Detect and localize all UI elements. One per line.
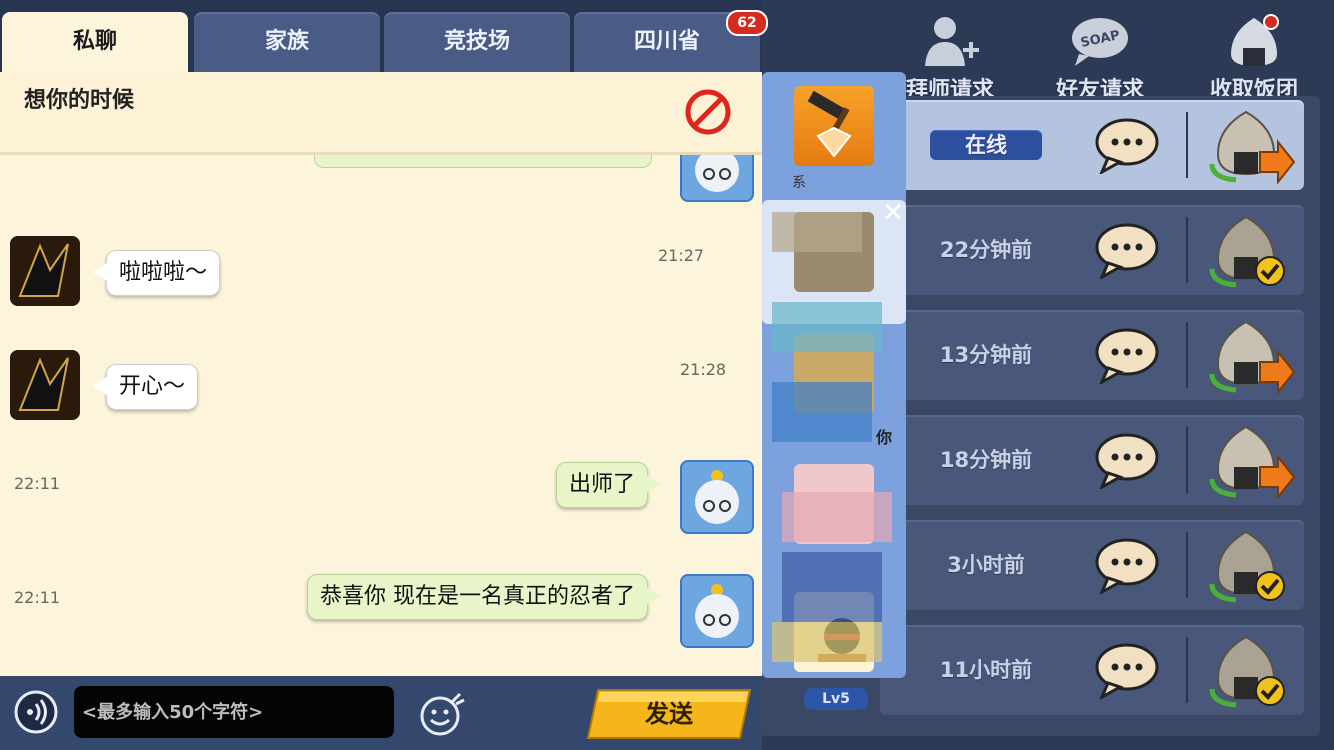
chat-bubble-icon[interactable] (1094, 116, 1160, 174)
message-timestamp: 21:27 (658, 246, 705, 265)
message-bubble-outgoing: 恭喜你 现在是一名真正的忍者了 (307, 574, 661, 620)
onigiri-icon (1231, 14, 1279, 66)
message-timestamp: 22:11 (14, 588, 61, 607)
message-bubble-incoming: 啦啦啦～ (92, 250, 221, 296)
tab-private-chat[interactable]: 私聊 (2, 12, 188, 72)
friend-avatar[interactable] (10, 236, 80, 306)
friend-avatar[interactable] (10, 350, 80, 420)
message-timestamp: 21:28 (680, 360, 727, 379)
level-badge: Lv5 (804, 688, 868, 710)
row-divider (1186, 322, 1188, 388)
channel-tabs: 私聊 家族 竞技场 四川省 (0, 0, 762, 72)
chat-bubble-icon[interactable] (1094, 221, 1160, 279)
ninja-girl-avatar-icon (695, 584, 739, 638)
my-avatar[interactable] (680, 574, 754, 648)
tab-clan[interactable]: 家族 (194, 12, 380, 72)
soap-icon: SOAP (1072, 18, 1128, 66)
friend-row[interactable]: 在线 (880, 100, 1304, 190)
friend-row[interactable]: 11小时前 (880, 625, 1304, 715)
side-partial-label: 系 (792, 175, 806, 191)
friend-signature-bar: 想你的时候 (0, 72, 762, 155)
status-badge: 在线 (930, 130, 1042, 160)
side-menu-overlay: 系 你 (762, 72, 906, 678)
tab-arena[interactable]: 竞技场 (384, 12, 570, 72)
chat-message-area[interactable]: 想你的时候 21:27 啦啦啦～ 21:28 开心～ 22:11 出师了 22:… (0, 72, 762, 676)
onigiri-sent-icon (1209, 215, 1285, 288)
message-bubble-incoming: 开心～ (92, 364, 199, 410)
chat-bubble-icon[interactable] (1094, 641, 1160, 699)
onigiri-sent-icon (1209, 530, 1285, 603)
message-timestamp: 22:11 (14, 474, 61, 493)
friend-signature-text: 想你的时候 (24, 88, 135, 113)
status-badge: 3小时前 (947, 553, 1025, 577)
row-divider (1186, 217, 1188, 283)
emoji-icon[interactable] (416, 688, 468, 738)
my-avatar[interactable] (680, 460, 754, 534)
chat-bubble-icon[interactable] (1094, 536, 1160, 594)
send-onigiri-icon[interactable] (1206, 423, 1296, 499)
scribble-overlay (772, 212, 892, 662)
close-icon[interactable]: ✕ (880, 200, 906, 226)
chat-bubble-icon[interactable] (1094, 431, 1160, 489)
row-divider (1186, 532, 1188, 598)
friend-row[interactable]: 3小时前 (880, 520, 1304, 610)
status-badge: 18分钟前 (939, 448, 1033, 472)
side-partial-label: 你 (876, 428, 893, 447)
chat-bubble-icon[interactable] (1094, 326, 1160, 384)
dark-ninja-avatar-icon (10, 350, 80, 420)
send-button-label: 发送 (645, 700, 693, 728)
ban-icon[interactable] (684, 88, 732, 136)
status-badge: 11小时前 (939, 658, 1033, 682)
send-button[interactable]: 发送 (586, 688, 752, 740)
status-badge: 22分钟前 (939, 238, 1033, 262)
dark-ninja-avatar-icon (10, 236, 80, 306)
row-divider (1186, 427, 1188, 493)
status-badge: 13分钟前 (939, 343, 1033, 367)
add-person-icon (925, 17, 979, 66)
message-bubble-outgoing: 出师了 (555, 462, 662, 508)
onigiri-sent-icon (1209, 635, 1285, 708)
chat-input-bar: 发送 (0, 676, 762, 750)
send-onigiri-icon[interactable] (1206, 108, 1296, 184)
friend-row[interactable]: 13分钟前 (880, 310, 1304, 400)
voice-icon[interactable] (14, 690, 58, 734)
send-onigiri-icon[interactable] (1206, 318, 1296, 394)
row-divider (1186, 637, 1188, 703)
message-input[interactable] (74, 686, 394, 738)
ninja-girl-avatar-icon (695, 470, 739, 524)
row-divider (1186, 112, 1188, 178)
unread-badge: 62 (726, 10, 768, 36)
friend-row[interactable]: 18分钟前 (880, 415, 1304, 505)
collect-onigiri-button[interactable]: 收取饭团 (1184, 8, 1324, 103)
friend-row[interactable]: 22分钟前 (880, 205, 1304, 295)
friend-request-button[interactable]: SOAP 好友请求 (1030, 8, 1170, 103)
